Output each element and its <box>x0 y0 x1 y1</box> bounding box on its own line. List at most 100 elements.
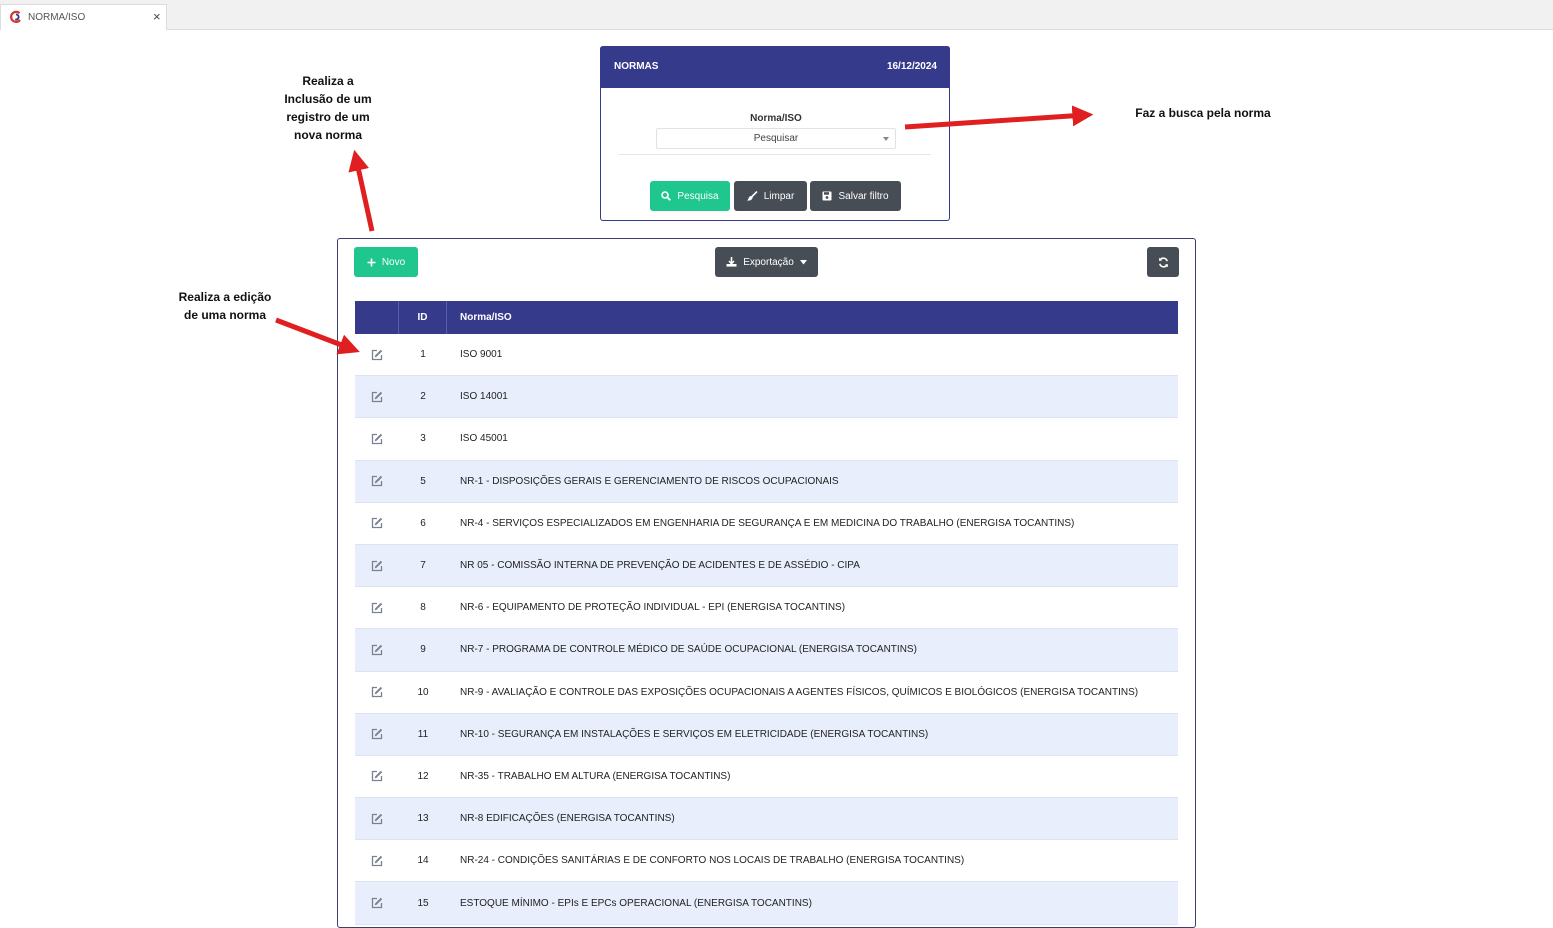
cell-norma: NR-35 - TRABALHO EM ALTURA (ENERGISA TOC… <box>460 770 731 782</box>
caret-down-icon <box>799 259 807 264</box>
table-body: 1 ISO 9001 2 ISO 14001 3 ISO 45001 5 NR-1 - DIS… <box>355 334 1178 925</box>
edit-icon <box>371 433 383 445</box>
header-norma[interactable]: Norma/ISO <box>447 301 1178 334</box>
edit-button[interactable] <box>355 503 399 544</box>
edit-button[interactable] <box>355 714 399 755</box>
cell-id: 1 <box>420 349 426 361</box>
edit-icon <box>371 771 383 782</box>
edit-icon <box>371 475 383 487</box>
save-filter-button[interactable]: Salvar filtro <box>810 181 901 211</box>
edit-button[interactable] <box>355 672 399 713</box>
annotation-text: de uma norma <box>183 308 267 322</box>
header-date: 16/12/2024 <box>886 61 937 72</box>
edit-button[interactable] <box>355 545 399 586</box>
annotation-search: Faz a busca pela norma <box>1135 106 1271 120</box>
edit-icon <box>371 897 383 909</box>
table-row[interactable]: 2 ISO 14001 <box>355 376 1178 419</box>
norma-select[interactable]: Pesquisar <box>656 128 896 149</box>
cell-norma: ESTOQUE MÍNIMO - EPIs E EPCs OPERACIONAL… <box>460 897 812 909</box>
annotation-text: Inclusão de um <box>284 92 372 106</box>
refresh-button[interactable] <box>1147 247 1179 277</box>
annotation-text: nova norma <box>293 128 362 142</box>
edit-icon <box>371 560 383 571</box>
edit-button[interactable] <box>355 418 399 459</box>
cell-id: 15 <box>417 897 429 909</box>
annotation-text: registro de um <box>286 110 370 124</box>
table-row[interactable]: 11 NR-10 - SEGURANÇA EM INSTALAÇÕES E SER… <box>355 713 1178 756</box>
table-row[interactable]: 15 ESTOQUE MÍNIMO - EPIs E EPCs OPERACION… <box>355 882 1178 925</box>
table-row[interactable]: 8 NR-6 - EQUIPAMENTO DE PROTEÇÃO INDIVIDU… <box>355 587 1178 630</box>
logo-icon <box>10 10 21 23</box>
filter-panel: NORMAS 16/12/2024 Norma/ISO Pesquisar Pe… <box>600 46 950 221</box>
table-row[interactable]: 14 NR-24 - CONDIÇÕES SANITÁRIAS E DE CONF… <box>355 840 1178 883</box>
clear-button[interactable]: Limpar <box>734 181 807 211</box>
refresh-icon <box>1158 256 1168 268</box>
cell-id: 12 <box>417 770 429 782</box>
tab-norma-iso[interactable]: NORMA/ISO × <box>0 4 167 30</box>
arrow-new <box>348 149 375 232</box>
cell-id: 5 <box>420 475 426 487</box>
cell-norma: NR-9 - AVALIAÇÃO E CONTROLE DAS EXPOSIÇÕ… <box>460 686 1139 698</box>
edit-button[interactable] <box>355 798 399 839</box>
clear-button-label: Limpar <box>763 190 795 202</box>
tab-bar: NORMA/ISO × <box>0 0 1553 30</box>
edit-icon <box>371 349 383 360</box>
annotation-text: Realiza a edição <box>178 290 272 304</box>
edit-icon <box>371 729 383 740</box>
edit-icon <box>371 518 383 529</box>
cell-norma: ISO 14001 <box>460 391 508 403</box>
table-row[interactable]: 6 NR-4 - SERVIÇOS ESPECIALIZADOS EM ENGEN… <box>355 503 1178 545</box>
cell-id: 3 <box>420 433 426 445</box>
cell-norma: NR-8 EDIFICAÇÕES (ENERGISA TOCANTINS) <box>460 813 675 825</box>
edit-button[interactable] <box>355 756 399 797</box>
search-button[interactable]: Pesquisa <box>650 181 730 211</box>
table-row[interactable]: 5 NR-1 - DISPOSIÇÕES GERAIS E GERENCIAMEN… <box>355 460 1178 503</box>
annotation-edit: Realiza a edição de uma norma <box>160 288 290 324</box>
save-icon <box>822 191 832 201</box>
export-dropdown[interactable]: Exportação <box>715 247 818 277</box>
cell-id: 11 <box>417 728 429 740</box>
cell-id: 14 <box>417 855 429 867</box>
edit-button[interactable] <box>355 587 399 628</box>
table-row[interactable]: 9 NR-7 - PROGRAMA DE CONTROLE MÉDICO DE S… <box>355 629 1178 672</box>
edit-icon <box>371 813 383 824</box>
table-row[interactable]: 1 ISO 9001 <box>355 334 1178 377</box>
edit-button[interactable] <box>355 461 399 502</box>
search-button-label: Pesquisa <box>677 190 719 202</box>
table-row[interactable]: 7 NR 05 - COMISSÃO INTERNA DE PREVENÇÃO D… <box>355 544 1178 588</box>
table-row[interactable]: 12 NR-35 - TRABALHO EM ALTURA (ENERGISA T… <box>355 756 1178 799</box>
edit-button[interactable] <box>355 882 399 923</box>
cell-norma: ISO 9001 <box>460 349 503 361</box>
table-row[interactable]: 13 NR-8 EDIFICAÇÕES (ENERGISA TOCANTINS) <box>355 798 1178 841</box>
edit-button[interactable] <box>355 629 399 670</box>
cell-id: 13 <box>417 813 429 825</box>
cell-id: 2 <box>420 391 426 403</box>
filter-header: NORMAS 16/12/2024 <box>600 46 950 88</box>
tab-title: NORMA/ISO <box>28 12 86 23</box>
edit-button[interactable] <box>355 840 399 881</box>
annotation-text: Realiza a <box>302 74 354 88</box>
table-row[interactable]: 10 NR-9 - AVALIAÇÃO E CONTROLE DAS EXPOSI… <box>355 672 1178 714</box>
table-row[interactable]: 3 ISO 45001 <box>355 418 1178 461</box>
export-button-label: Exportação <box>743 256 794 268</box>
cell-id: 8 <box>420 602 426 614</box>
cell-norma: NR-24 - CONDIÇÕES SANITÁRIAS E DE CONFOR… <box>460 855 965 867</box>
plus-icon <box>367 258 376 266</box>
edit-button[interactable] <box>355 376 399 417</box>
cell-norma: NR-4 - SERVIÇOS ESPECIALIZADOS EM ENGENH… <box>460 517 1075 529</box>
edit-button[interactable] <box>355 334 399 375</box>
header-id[interactable]: ID <box>399 301 447 334</box>
new-button[interactable]: Novo <box>354 247 418 277</box>
divider <box>619 154 931 155</box>
cell-id: 10 <box>417 686 429 698</box>
filter-buttons: Pesquisa Limpar Salvar filtro <box>601 181 951 211</box>
download-icon <box>726 257 737 267</box>
edit-icon <box>371 686 383 698</box>
close-icon[interactable]: × <box>153 9 161 24</box>
edit-icon <box>371 855 383 866</box>
cell-norma: NR-1 - DISPOSIÇÕES GERAIS E GERENCIAMENT… <box>460 475 839 487</box>
page-title: NORMAS <box>614 61 659 72</box>
search-icon <box>661 191 672 201</box>
norms-list-panel: Novo Exportação ID Norma/ISO 1 ISO 9001 2 I… <box>337 238 1196 928</box>
table-header: ID Norma/ISO <box>355 301 1178 334</box>
